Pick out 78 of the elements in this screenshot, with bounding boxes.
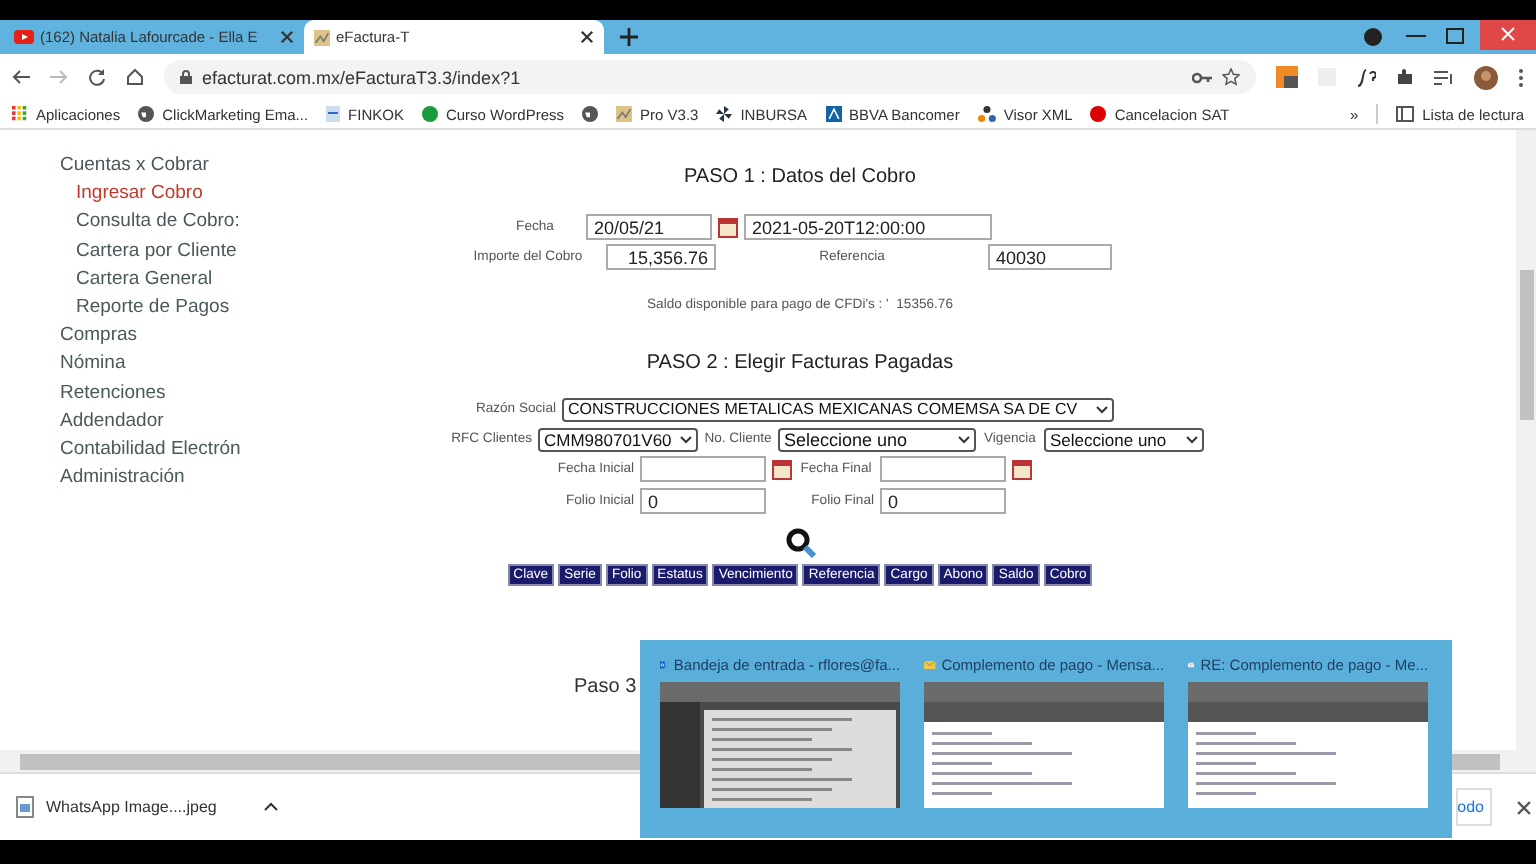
caret-icon [1096, 405, 1108, 413]
search-icon[interactable] [785, 528, 815, 558]
sidebar-item[interactable]: Administración [60, 464, 185, 493]
amount-field[interactable]: 15,356.76 [606, 244, 716, 270]
calendar-icon[interactable] [1012, 459, 1032, 479]
caret-icon [680, 435, 692, 443]
circle-logo-icon[interactable] [421, 106, 438, 122]
document-icon [314, 29, 330, 45]
calendar-icon[interactable] [718, 217, 738, 237]
show-all-button[interactable]: odo [1455, 788, 1492, 826]
sidebar-item[interactable]: Retenciones [60, 379, 166, 408]
end-date-field[interactable] [880, 456, 1006, 482]
file-icon [16, 796, 34, 818]
client-select[interactable]: Seleccione uno [778, 427, 976, 451]
sidebar-item[interactable]: Compras [60, 322, 138, 351]
sidebar-item[interactable]: Reporte de Pagos [60, 294, 230, 323]
more-icon[interactable] [1518, 67, 1524, 87]
window-preview-drawing[interactable] [924, 682, 1164, 808]
playlist-icon[interactable] [1434, 69, 1454, 85]
section-title: Paso 3 [572, 676, 639, 698]
function-icon[interactable] [1356, 67, 1376, 87]
pinwheel-icon[interactable] [716, 106, 733, 122]
start-folio-field[interactable]: 0 [640, 488, 766, 514]
caret-icon [958, 435, 970, 443]
sidebar-item[interactable]: Ingresar Cobro [60, 180, 203, 209]
envelope-icon [924, 658, 936, 672]
globe-icon[interactable] [138, 106, 155, 122]
sidebar-item[interactable]: Cartera por Cliente [60, 237, 237, 266]
dot-icon[interactable] [1090, 106, 1107, 122]
nodes-icon[interactable] [977, 106, 996, 122]
sidebar-item[interactable]: Addendador [60, 407, 164, 437]
section-title: PASO 1 : Datos del Cobro [682, 166, 918, 188]
video-play-icon [14, 30, 34, 44]
url-text: efacturat.com.mx/eFacturaT3.3/index?1 [202, 67, 521, 87]
company-select[interactable]: CONSTRUCCIONES METALICAS MEXICANAS COMEMSA SA DE CV [562, 397, 1114, 421]
star-icon[interactable] [1222, 68, 1240, 86]
profile-dot-icon[interactable] [1364, 28, 1382, 46]
sidebar-item[interactable]: Cartera General [60, 265, 213, 295]
envelope-icon [1188, 658, 1195, 672]
bank-logo-icon[interactable] [825, 106, 842, 122]
start-date-field[interactable] [640, 456, 766, 482]
sidebar-item[interactable]: Cuentas x Cobrar [60, 152, 209, 181]
apps-grid-icon[interactable] [12, 106, 28, 122]
address-bar[interactable]: efacturat.com.mx/eFacturaT3.3/index?1 [164, 60, 1256, 94]
page-icon[interactable] [326, 106, 341, 122]
globe-icon[interactable] [582, 106, 599, 122]
document-icon[interactable] [616, 106, 633, 122]
calendar-icon[interactable] [772, 459, 792, 479]
download-file-name[interactable]: WhatsApp Image....jpeg [46, 798, 217, 816]
key-icon[interactable] [1192, 71, 1212, 83]
back-icon[interactable] [12, 68, 30, 86]
new-tab-icon[interactable] [620, 28, 638, 46]
window-preview-drawing[interactable] [1188, 682, 1428, 808]
close-icon[interactable] [280, 30, 294, 44]
sidebar-item[interactable]: Contabilidad Electrón [60, 436, 241, 465]
validity-select[interactable]: Seleccione uno [1044, 427, 1204, 451]
mail-app-icon [660, 656, 668, 674]
caret-icon [1186, 435, 1198, 443]
maximize-icon[interactable] [1446, 28, 1464, 44]
lock-icon [180, 70, 192, 84]
window-preview-drawing[interactable] [660, 682, 900, 808]
sidebar-item[interactable]: Consulta de Cobro: [60, 208, 240, 238]
home-icon[interactable] [126, 68, 144, 86]
reload-icon[interactable] [88, 68, 106, 86]
section-title: PASO 2 : Elegir Facturas Pagadas [644, 352, 956, 374]
close-icon[interactable] [1516, 799, 1532, 815]
sidebar-item[interactable]: Nómina [60, 350, 126, 380]
reading-list-icon [1396, 106, 1415, 122]
reference-field[interactable]: 40030 [988, 244, 1112, 270]
rfc-select[interactable]: CMM980701V60 [538, 427, 698, 451]
end-folio-field[interactable]: 0 [880, 488, 1006, 514]
date-field[interactable]: 20/05/21 [586, 214, 712, 240]
vertical-scrollbar[interactable] [1516, 130, 1536, 750]
avatar-icon[interactable] [1474, 65, 1498, 89]
caret-icon[interactable] [264, 802, 279, 812]
close-icon[interactable] [580, 30, 594, 44]
close-window-icon[interactable] [1480, 20, 1536, 50]
datetime-field[interactable]: 2021-05-20T12:00:00 [744, 214, 992, 240]
